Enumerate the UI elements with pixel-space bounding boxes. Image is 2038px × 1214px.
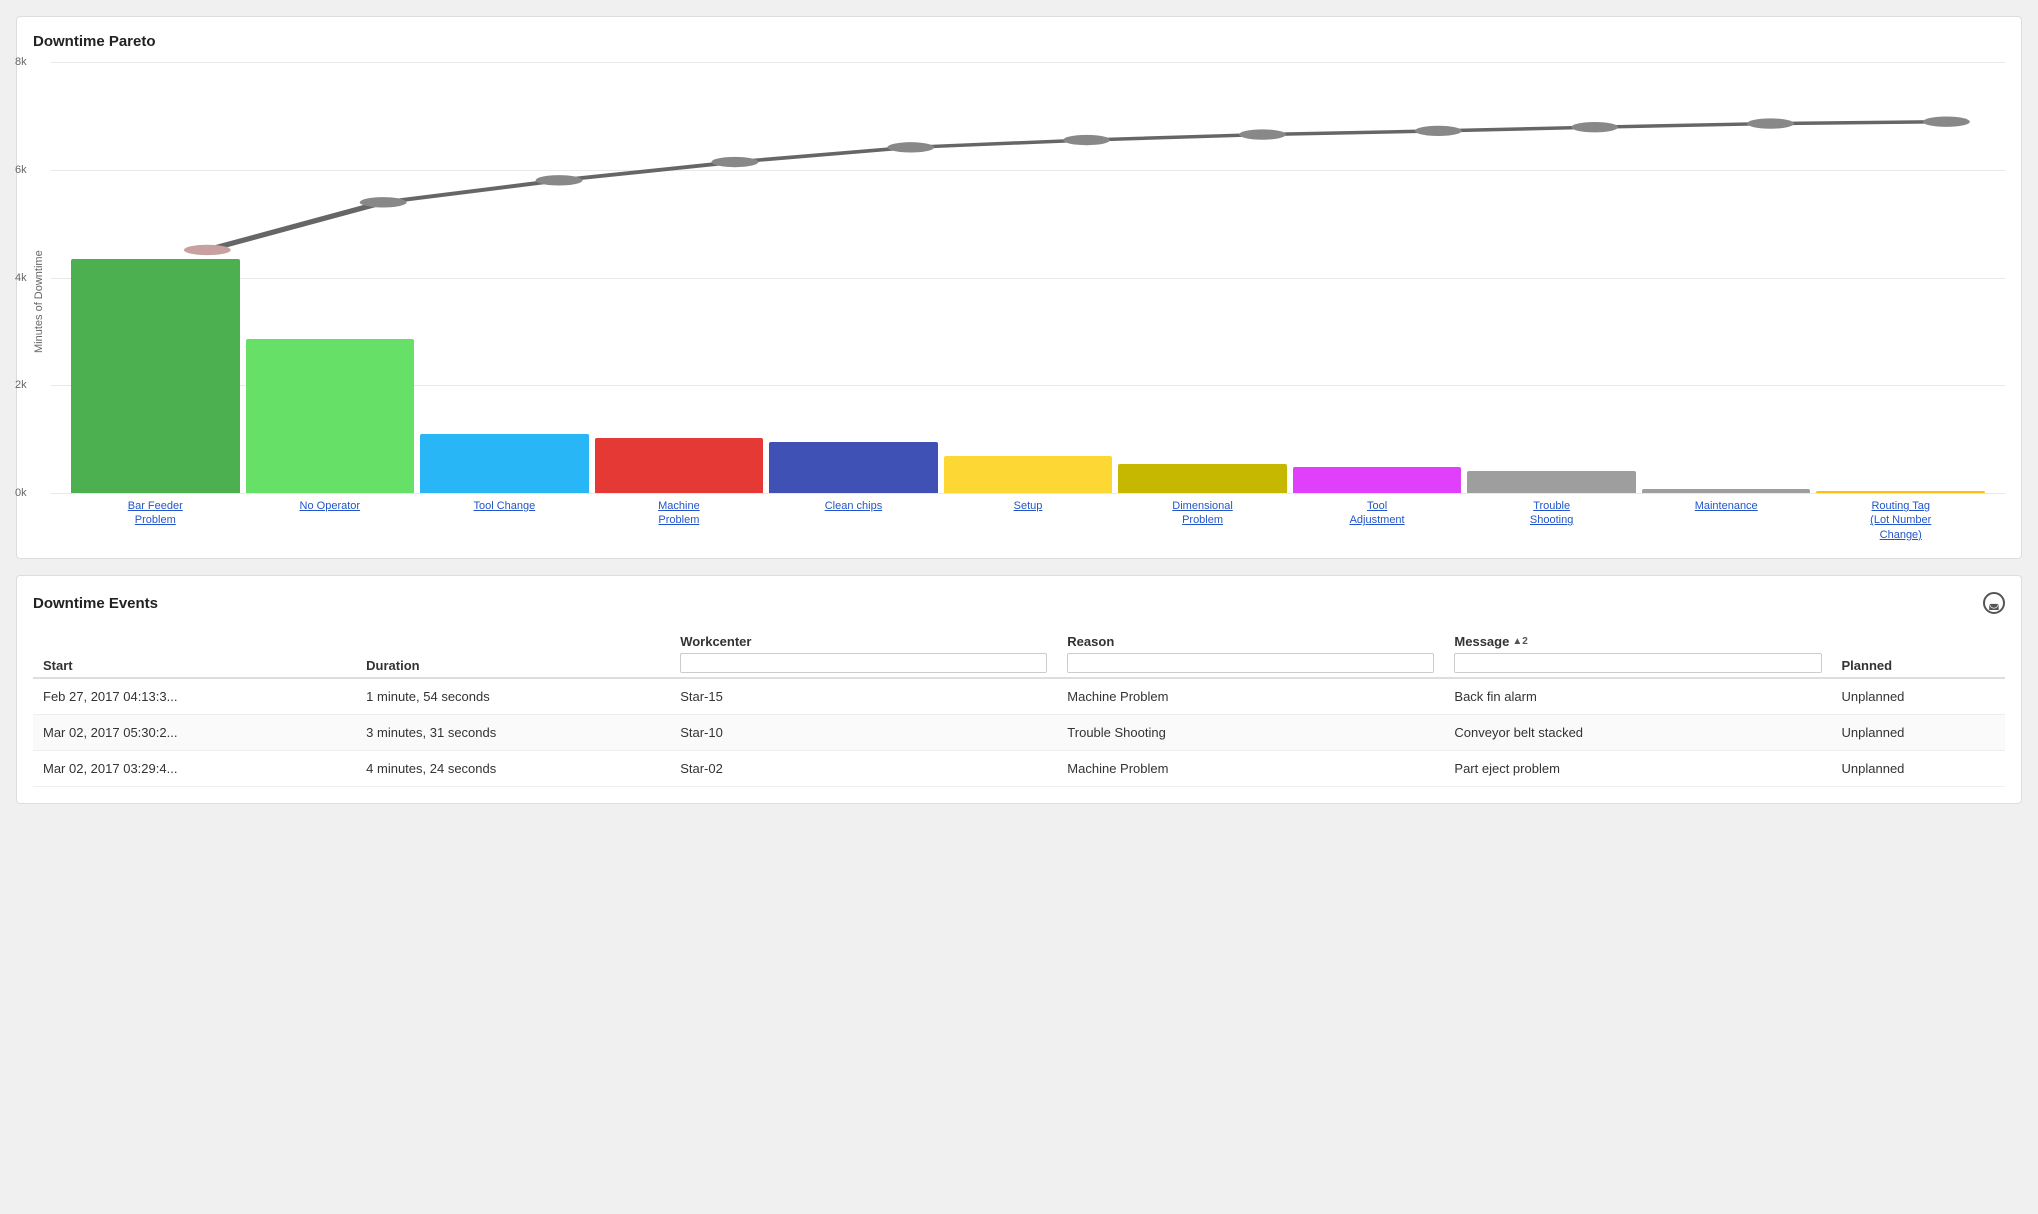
column-label: Start [43, 658, 346, 673]
column-label: Duration [366, 658, 660, 673]
table-cell: Unplanned [1832, 715, 2005, 751]
bar-item [1293, 62, 1462, 493]
table-cell: Back fin alarm [1444, 678, 1831, 715]
chart-area: Minutes of Downtime 8k6k4k2k0k Bar Feede… [33, 62, 2005, 542]
events-card: Downtime Events ◛ Start Duration Workcente… [16, 575, 2022, 804]
table-cell: Conveyor belt stacked [1444, 715, 1831, 751]
y-tick-label: 8k [15, 56, 27, 68]
y-tick-label: 0k [15, 487, 27, 499]
table-cell: Feb 27, 2017 04:13:3... [33, 678, 356, 715]
x-axis-label[interactable]: Clean chips [769, 499, 938, 513]
column-label: Workcenter [680, 634, 1047, 649]
events-header: Downtime Events ◛ [33, 592, 2005, 614]
pareto-card: Downtime Pareto Minutes of Downtime 8k6k… [16, 16, 2022, 559]
bar-rect[interactable] [71, 259, 240, 494]
table-cell: Trouble Shooting [1057, 715, 1444, 751]
bar-item [1467, 62, 1636, 493]
bar-item [420, 62, 589, 493]
table-cell: Mar 02, 2017 05:30:2... [33, 715, 356, 751]
column-filter-input[interactable] [1454, 653, 1821, 673]
table-cell: Machine Problem [1057, 678, 1444, 715]
gridline [51, 493, 2005, 494]
table-cell: Unplanned [1832, 678, 2005, 715]
sort-icon[interactable]: ▲2 [1512, 636, 1527, 647]
bar-rect[interactable] [1293, 467, 1462, 493]
pareto-title: Downtime Pareto [33, 33, 2005, 50]
table-header-cell: Planned [1832, 626, 2005, 678]
bar-rect[interactable] [246, 339, 415, 493]
chart-plot: 8k6k4k2k0k [51, 62, 2005, 493]
table-cell: 4 minutes, 24 seconds [356, 751, 670, 787]
bar-rect[interactable] [944, 456, 1113, 493]
events-table: Start Duration Workcenter Reason Message ▲2 P… [33, 626, 2005, 787]
table-cell: Unplanned [1832, 751, 2005, 787]
table-cell: 3 minutes, 31 seconds [356, 715, 670, 751]
x-axis-label[interactable]: MachineProblem [595, 499, 764, 528]
x-axis-label[interactable]: Routing Tag(Lot NumberChange) [1816, 499, 1985, 542]
bar-item [71, 62, 240, 493]
column-label: Reason [1067, 634, 1434, 649]
column-filter-input[interactable] [680, 653, 1047, 673]
column-label: Planned [1842, 658, 1995, 673]
chart-inner: 8k6k4k2k0k Bar FeederProblem No Operator T… [51, 62, 2005, 542]
table-header-row: Start Duration Workcenter Reason Message ▲2 P… [33, 626, 2005, 678]
events-title: Downtime Events [33, 595, 158, 612]
y-axis-label: Minutes of Downtime [33, 62, 45, 542]
table-header-cell: Start [33, 626, 356, 678]
table-row: Mar 02, 2017 03:29:4...4 minutes, 24 sec… [33, 751, 2005, 787]
x-axis-label[interactable]: ToolAdjustment [1293, 499, 1462, 528]
table-cell: Star-10 [670, 715, 1057, 751]
table-cell: Star-15 [670, 678, 1057, 715]
table-header-cell: Message ▲2 [1444, 626, 1831, 678]
table-row: Feb 27, 2017 04:13:3...1 minute, 54 seco… [33, 678, 2005, 715]
bars-container [51, 62, 2005, 493]
bar-item [595, 62, 764, 493]
bar-rect[interactable] [1118, 464, 1287, 493]
table-cell: Mar 02, 2017 03:29:4... [33, 751, 356, 787]
bar-item [1816, 62, 1985, 493]
x-axis-label[interactable]: Bar FeederProblem [71, 499, 240, 528]
table-cell: 1 minute, 54 seconds [356, 678, 670, 715]
y-tick-label: 4k [15, 272, 27, 284]
table-header-cell: Duration [356, 626, 670, 678]
bar-item [1642, 62, 1811, 493]
x-axis: Bar FeederProblem No Operator Tool Change M… [51, 493, 2005, 542]
bar-rect[interactable] [1467, 471, 1636, 493]
bar-rect[interactable] [1642, 489, 1811, 493]
x-axis-label[interactable]: DimensionalProblem [1118, 499, 1287, 528]
table-header-cell: Workcenter [670, 626, 1057, 678]
col-label-text: Message [1454, 634, 1509, 649]
column-label[interactable]: Message ▲2 [1454, 634, 1527, 649]
x-axis-label[interactable]: Maintenance [1642, 499, 1811, 513]
y-tick-label: 2k [15, 379, 27, 391]
y-tick-label: 6k [15, 164, 27, 176]
bar-rect[interactable] [595, 438, 764, 493]
bar-rect[interactable] [420, 434, 589, 493]
bar-item [944, 62, 1113, 493]
table-cell: Machine Problem [1057, 751, 1444, 787]
x-axis-label[interactable]: Tool Change [420, 499, 589, 513]
bar-item [1118, 62, 1287, 493]
x-axis-label[interactable]: TroubleShooting [1467, 499, 1636, 528]
x-axis-label[interactable]: No Operator [246, 499, 415, 513]
bar-rect[interactable] [769, 442, 938, 493]
column-filter-input[interactable] [1067, 653, 1434, 673]
table-row: Mar 02, 2017 05:30:2...3 minutes, 31 sec… [33, 715, 2005, 751]
table-cell: Part eject problem [1444, 751, 1831, 787]
page-wrapper: Downtime Pareto Minutes of Downtime 8k6k… [0, 0, 2038, 820]
x-axis-label[interactable]: Setup [944, 499, 1113, 513]
download-icon[interactable]: ◛ [1983, 592, 2005, 614]
bar-rect[interactable] [1816, 491, 1985, 493]
bar-item [769, 62, 938, 493]
table-cell: Star-02 [670, 751, 1057, 787]
table-header-cell: Reason [1057, 626, 1444, 678]
bar-item [246, 62, 415, 493]
